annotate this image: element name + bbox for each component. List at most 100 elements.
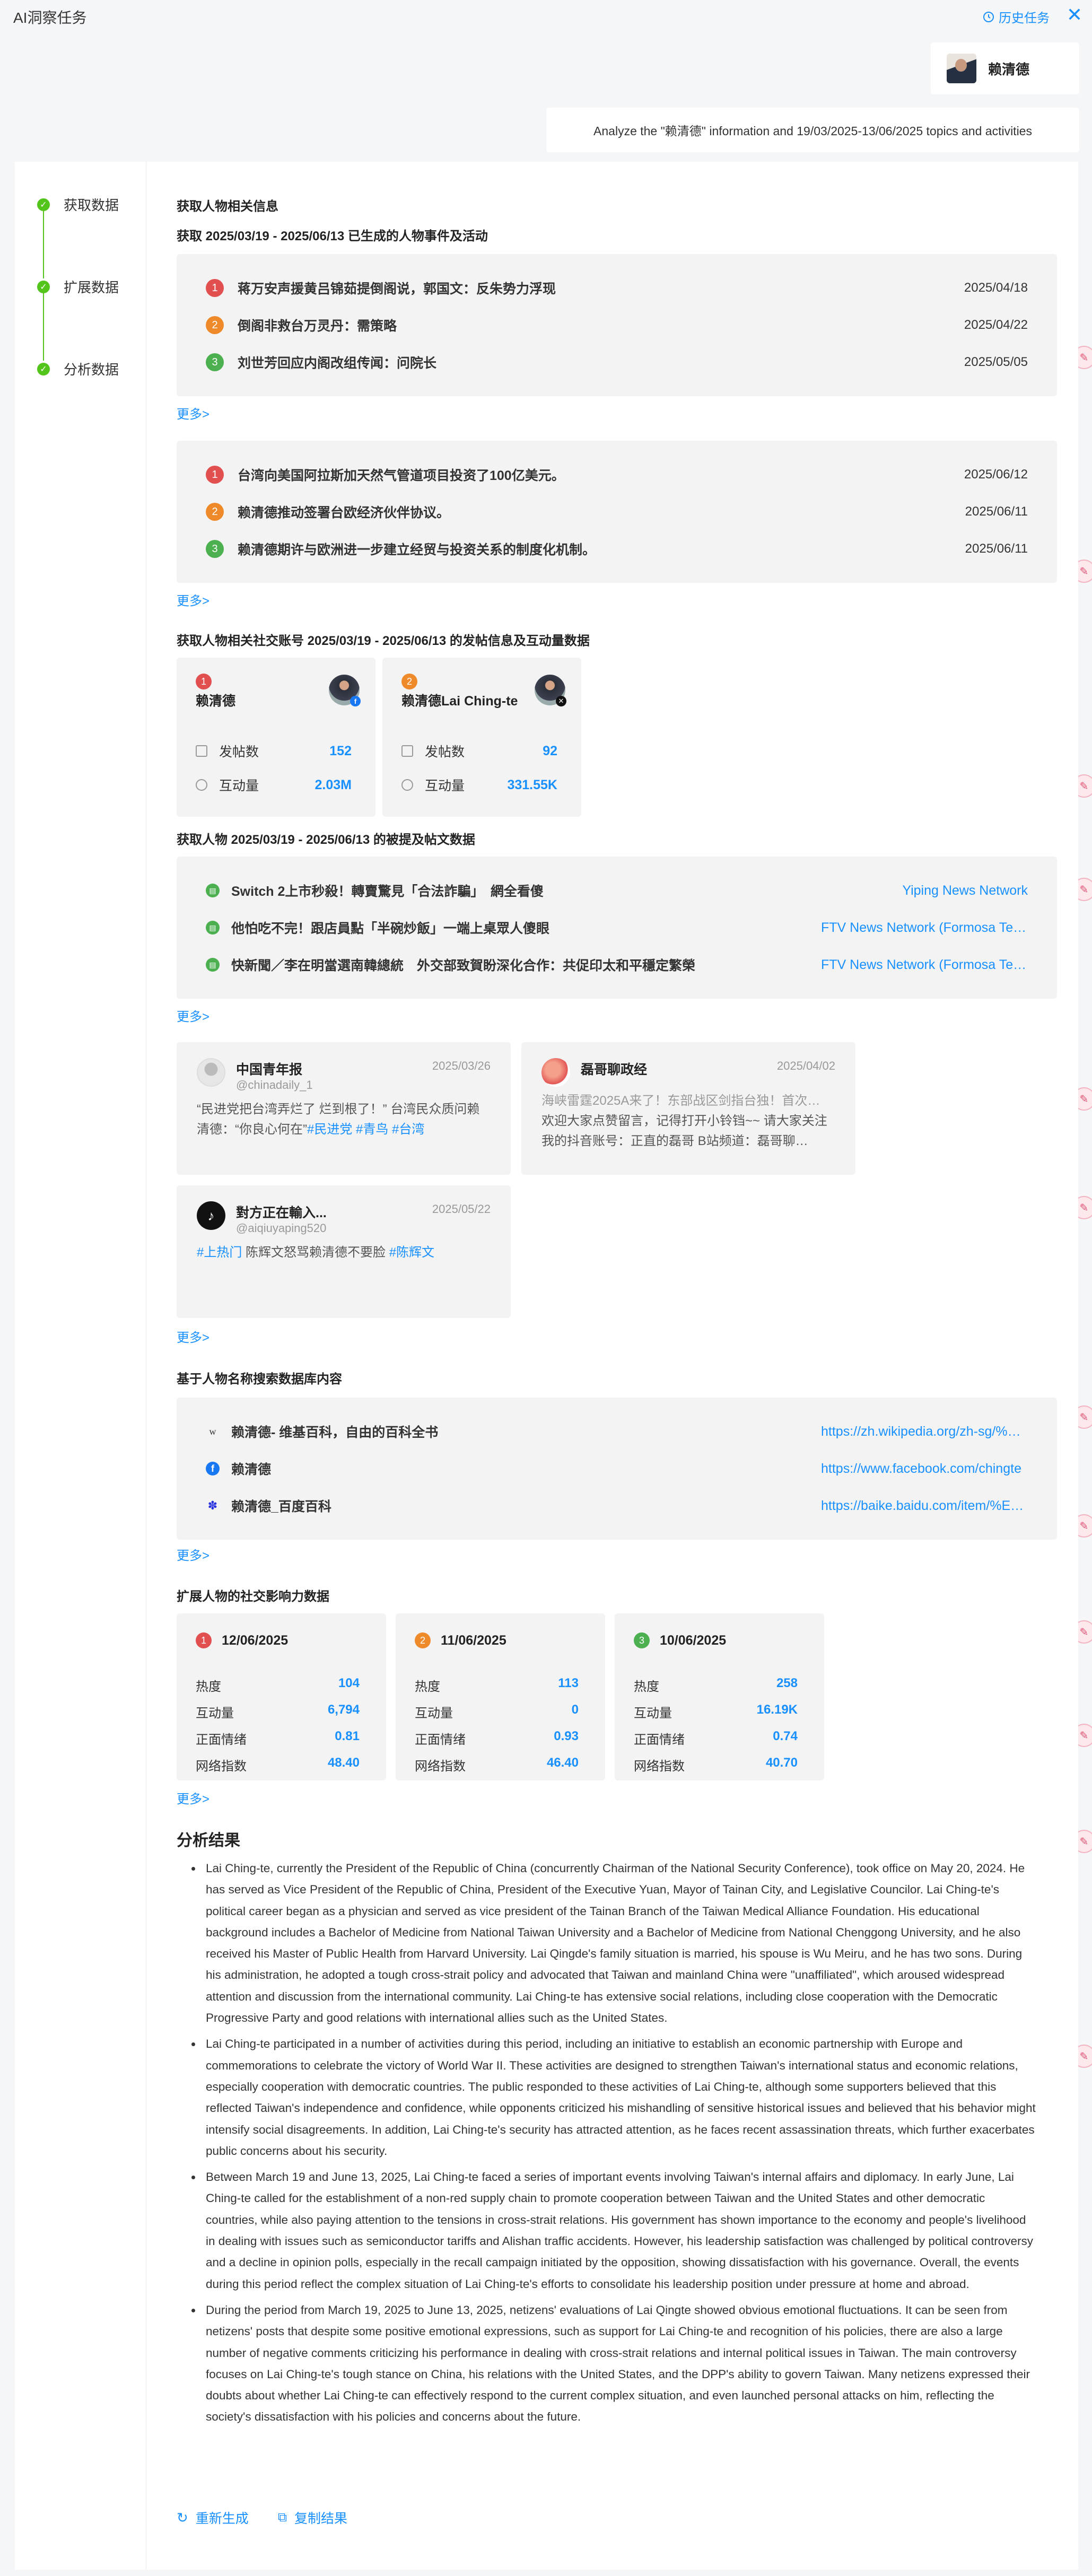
- list-item[interactable]: 3 刘世芳回应内阁改组传闻：问院长 2025/05/05: [206, 352, 1028, 373]
- list-item[interactable]: 3 赖清德期许与欧洲进一步建立经贸与投资关系的制度化机制。 2025/06/11: [206, 538, 1028, 560]
- rank-badge: 1: [206, 466, 224, 484]
- events-list: 1 台湾向美国阿拉斯加天然气管道项目投资了100亿美元。 2025/06/12 …: [177, 441, 1057, 583]
- avatar: [197, 1058, 225, 1087]
- rank-badge: 1: [196, 1632, 212, 1648]
- post-source-link[interactable]: Yiping News Network: [821, 883, 1028, 898]
- more-link[interactable]: 更多>: [177, 1327, 209, 1346]
- stat-value: 40.70: [765, 1756, 798, 1770]
- regenerate-button[interactable]: ↻ 重新生成: [177, 2508, 249, 2527]
- result-url[interactable]: https://baike.baidu.com/item/%E8%B5%96%E…: [821, 1498, 1028, 1514]
- step-connector: [43, 286, 44, 361]
- news-source-icon: ▤: [206, 884, 220, 897]
- interaction-stat: 互动量 0: [415, 1702, 579, 1721]
- stat-value: 46.40: [546, 1756, 579, 1770]
- result-title: 赖清德_百度百科: [231, 1499, 331, 1514]
- history-tasks-link[interactable]: 历史任务: [983, 7, 1050, 26]
- tiktok-icon: ♪: [197, 1201, 225, 1230]
- account-name: 赖清德Lai Ching-te: [401, 694, 518, 709]
- social-post-card[interactable]: ♪ 對方正在輸入... @aiqiuyaping520 2025/05/22 #…: [177, 1185, 511, 1318]
- post-title: 海峡雷霆2025A来了！东部战区剑指台独！首次…: [541, 1094, 820, 1108]
- stat-label: 正面情绪: [634, 1733, 685, 1747]
- event-title: 台湾向美国阿拉斯加天然气管道项目投资了100亿美元。: [238, 468, 565, 483]
- clock-icon: [983, 11, 994, 22]
- list-item[interactable]: 2 倒阁非救台万灵丹：需策略 2025/04/22: [206, 315, 1028, 336]
- step-label: 扩展数据: [64, 280, 119, 295]
- result-url[interactable]: https://www.facebook.com/chingte: [821, 1461, 1028, 1477]
- positive-sentiment-stat: 正面情绪 0.93: [415, 1729, 579, 1748]
- user-query-bubble: Analyze the "赖清德" information and 19/03/…: [546, 108, 1079, 152]
- social-account-card[interactable]: 1 赖清德 f 发帖数 152 互动量 2.03M: [177, 658, 375, 817]
- result-paragraph: Lai Ching-te participated in a number of…: [177, 2033, 1036, 2162]
- wikipedia-icon: w: [209, 1426, 216, 1437]
- stat-label: 互动量: [415, 1706, 453, 1721]
- facebook-icon: f: [206, 1462, 220, 1475]
- stat-label: 互动量: [196, 1706, 234, 1721]
- positive-sentiment-stat: 正面情绪 0.81: [196, 1729, 360, 1748]
- more-link[interactable]: 更多>: [177, 1545, 209, 1564]
- social-post-card[interactable]: 磊哥聊政经 2025/04/02 海峡雷霆2025A来了！东部战区剑指台独！首次…: [521, 1042, 855, 1175]
- post-date: 2025/05/22: [432, 1202, 491, 1216]
- copy-result-button[interactable]: ⧉ 复制结果: [278, 2508, 347, 2527]
- stat-value: 16.19K: [756, 1702, 798, 1717]
- more-link[interactable]: 更多>: [177, 1788, 209, 1807]
- copy-label: 复制结果: [294, 2511, 347, 2526]
- result-title: 赖清德: [231, 1462, 272, 1477]
- post-hashtags[interactable]: #民进党 #青鸟 #台湾: [307, 1122, 424, 1137]
- network-index-stat: 网络指数 40.70: [634, 1756, 798, 1774]
- social-account-card[interactable]: 2 赖清德Lai Ching-te ✕ 发帖数 92 互动量 331.55K: [382, 658, 581, 817]
- heat-stat: 热度 258: [634, 1676, 798, 1695]
- search-results-list: w 赖清德- 维基百科，自由的百科全书 https://zh.wikipedia…: [177, 1398, 1057, 1540]
- close-icon[interactable]: ✕: [1067, 4, 1082, 25]
- post-source-link[interactable]: FTV News Network (Formosa Television): [821, 957, 1028, 973]
- post-hashtag[interactable]: #上热门: [197, 1245, 242, 1260]
- rank-badge: 2: [401, 674, 417, 689]
- analysis-result-list: Lai Ching-te, currently the President of…: [177, 1858, 1036, 2433]
- impact-card: 3 10/06/2025 热度 258 互动量 16.19K 正面情绪 0.74 网络…: [615, 1613, 824, 1780]
- stat-label: 正面情绪: [196, 1733, 247, 1747]
- list-item[interactable]: 2 赖清德推动签署台欧经济伙伴协议。 2025/06/11: [206, 501, 1028, 522]
- list-item[interactable]: ▤ 他怕吃不完！跟店員點「半碗炒飯」一端上桌眾人傻眼 FTV News Netw…: [206, 917, 1028, 938]
- stat-label: 网络指数: [196, 1759, 247, 1774]
- stat-value: 152: [329, 743, 352, 758]
- rank-badge: 3: [206, 540, 224, 558]
- rank-badge: 1: [206, 279, 224, 297]
- event-title: 倒阁非救台万灵丹：需策略: [238, 319, 397, 334]
- list-item[interactable]: 1 台湾向美国阿拉斯加天然气管道项目投资了100亿美元。 2025/06/12: [206, 464, 1028, 485]
- more-link[interactable]: 更多>: [177, 1006, 209, 1025]
- more-link[interactable]: 更多>: [177, 404, 209, 422]
- impact-date: 10/06/2025: [660, 1633, 727, 1648]
- check-icon: ✓: [37, 198, 50, 211]
- list-item[interactable]: 1 蒋万安声援黄吕锦茹提倒阁说，郭国文：反朱势力浮现 2025/04/18: [206, 277, 1028, 299]
- event-date: 2025/04/18: [964, 281, 1028, 295]
- list-item[interactable]: ▤ Switch 2上市秒殺！轉賣驚見「合法詐騙」 網全看傻 Yiping Ne…: [206, 880, 1028, 901]
- more-link[interactable]: 更多>: [177, 590, 209, 609]
- post-hashtags[interactable]: #陈辉文: [389, 1245, 434, 1260]
- event-date: 2025/04/22: [964, 318, 1028, 332]
- event-title: 蒋万安声援黄吕锦茹提倒阁说，郭国文：反朱势力浮现: [238, 282, 556, 296]
- stat-value: 92: [543, 743, 557, 758]
- facebook-icon: f: [350, 696, 361, 706]
- section-title: 获取人物相关信息: [177, 199, 278, 214]
- history-label: 历史任务: [999, 11, 1050, 25]
- stat-value: 104: [338, 1676, 360, 1690]
- list-item[interactable]: w 赖清德- 维基百科，自由的百科全书 https://zh.wikipedia…: [206, 1421, 1028, 1442]
- list-item[interactable]: f 赖清德 https://www.facebook.com/chingte: [206, 1458, 1028, 1479]
- stat-value: 2.03M: [315, 777, 352, 792]
- baidu-icon: ✽: [207, 1499, 218, 1512]
- stat-value: 6,794: [327, 1702, 360, 1717]
- post-count-stat: 发帖数 152: [196, 741, 352, 761]
- stat-label: 热度: [415, 1680, 440, 1694]
- post-body: 陈辉文怒骂赖清德不要脸: [246, 1245, 386, 1260]
- post-source-link[interactable]: FTV News Network (Formosa Television): [821, 920, 1028, 936]
- result-url[interactable]: https://zh.wikipedia.org/zh-sg/%E8%B5%96…: [821, 1424, 1028, 1439]
- list-item[interactable]: ▤ 快新聞／李在明當選南韓總統 外交部致賀盼深化合作：共促印太和平穩定繁榮 FT…: [206, 954, 1028, 975]
- post-date: 2025/04/02: [776, 1059, 835, 1072]
- interaction-stat: 互动量 331.55K: [401, 775, 557, 794]
- post-count-stat: 发帖数 92: [401, 741, 557, 761]
- list-item[interactable]: ✽ 赖清德_百度百科 https://baike.baidu.com/item/…: [206, 1495, 1028, 1516]
- news-source-icon: ▤: [206, 921, 220, 935]
- post-handle: @aiqiuyaping520: [236, 1221, 327, 1235]
- copy-icon: ⧉: [277, 2510, 287, 2525]
- social-post-card[interactable]: 中国青年报 @chinadaily_1 2025/03/26 “民进党把台湾弄烂…: [177, 1042, 511, 1175]
- user-message-avatar-card: 赖清德: [931, 42, 1079, 94]
